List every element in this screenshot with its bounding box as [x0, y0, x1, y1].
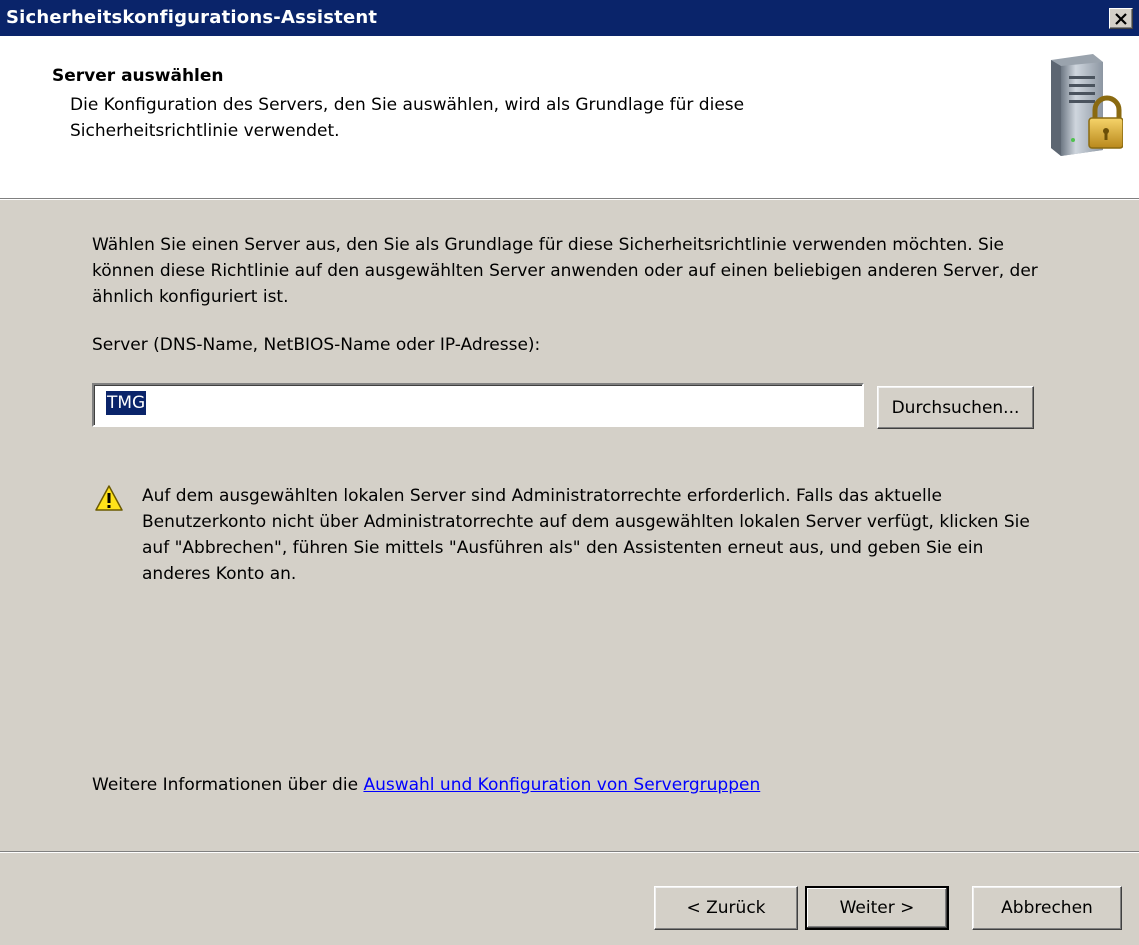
server-lock-icon [1051, 54, 1123, 156]
window-title: Sicherheitskonfigurations-Assistent [6, 7, 378, 28]
more-info: Weitere Informationen über die Auswahl u… [92, 775, 760, 795]
server-input[interactable] [92, 383, 864, 427]
intro-section: Wählen Sie einen Server aus, den Sie als… [92, 232, 1052, 310]
server-input-value[interactable]: TMG [106, 391, 147, 415]
page-description: Die Konfiguration des Servers, den Sie a… [70, 95, 745, 141]
wizard-header: Server auswählen Die Konfiguration des S… [0, 36, 1139, 199]
footer-separator [0, 851, 1139, 853]
more-info-prefix: Weitere Informationen über die [92, 775, 364, 795]
next-button[interactable]: Weiter > [805, 886, 949, 930]
close-icon [1115, 12, 1127, 25]
browse-button[interactable]: Durchsuchen... [877, 386, 1034, 429]
intro-text: Wählen Sie einen Server aus, den Sie als… [92, 235, 1038, 307]
close-button[interactable] [1109, 8, 1133, 29]
warning-icon [95, 485, 123, 511]
back-button[interactable]: < Zurück [654, 886, 798, 930]
page-title: Server auswählen [52, 66, 224, 86]
server-groups-link[interactable]: Auswahl und Konfiguration von Servergrup… [363, 775, 760, 795]
server-field-label: Server (DNS-Name, NetBIOS-Name oder IP-A… [92, 335, 541, 355]
cancel-button[interactable]: Abbrechen [972, 886, 1122, 930]
title-bar: Sicherheitskonfigurations-Assistent [0, 0, 1139, 36]
admin-warning-text: Auf dem ausgewählten lokalen Server sind… [142, 486, 1030, 584]
